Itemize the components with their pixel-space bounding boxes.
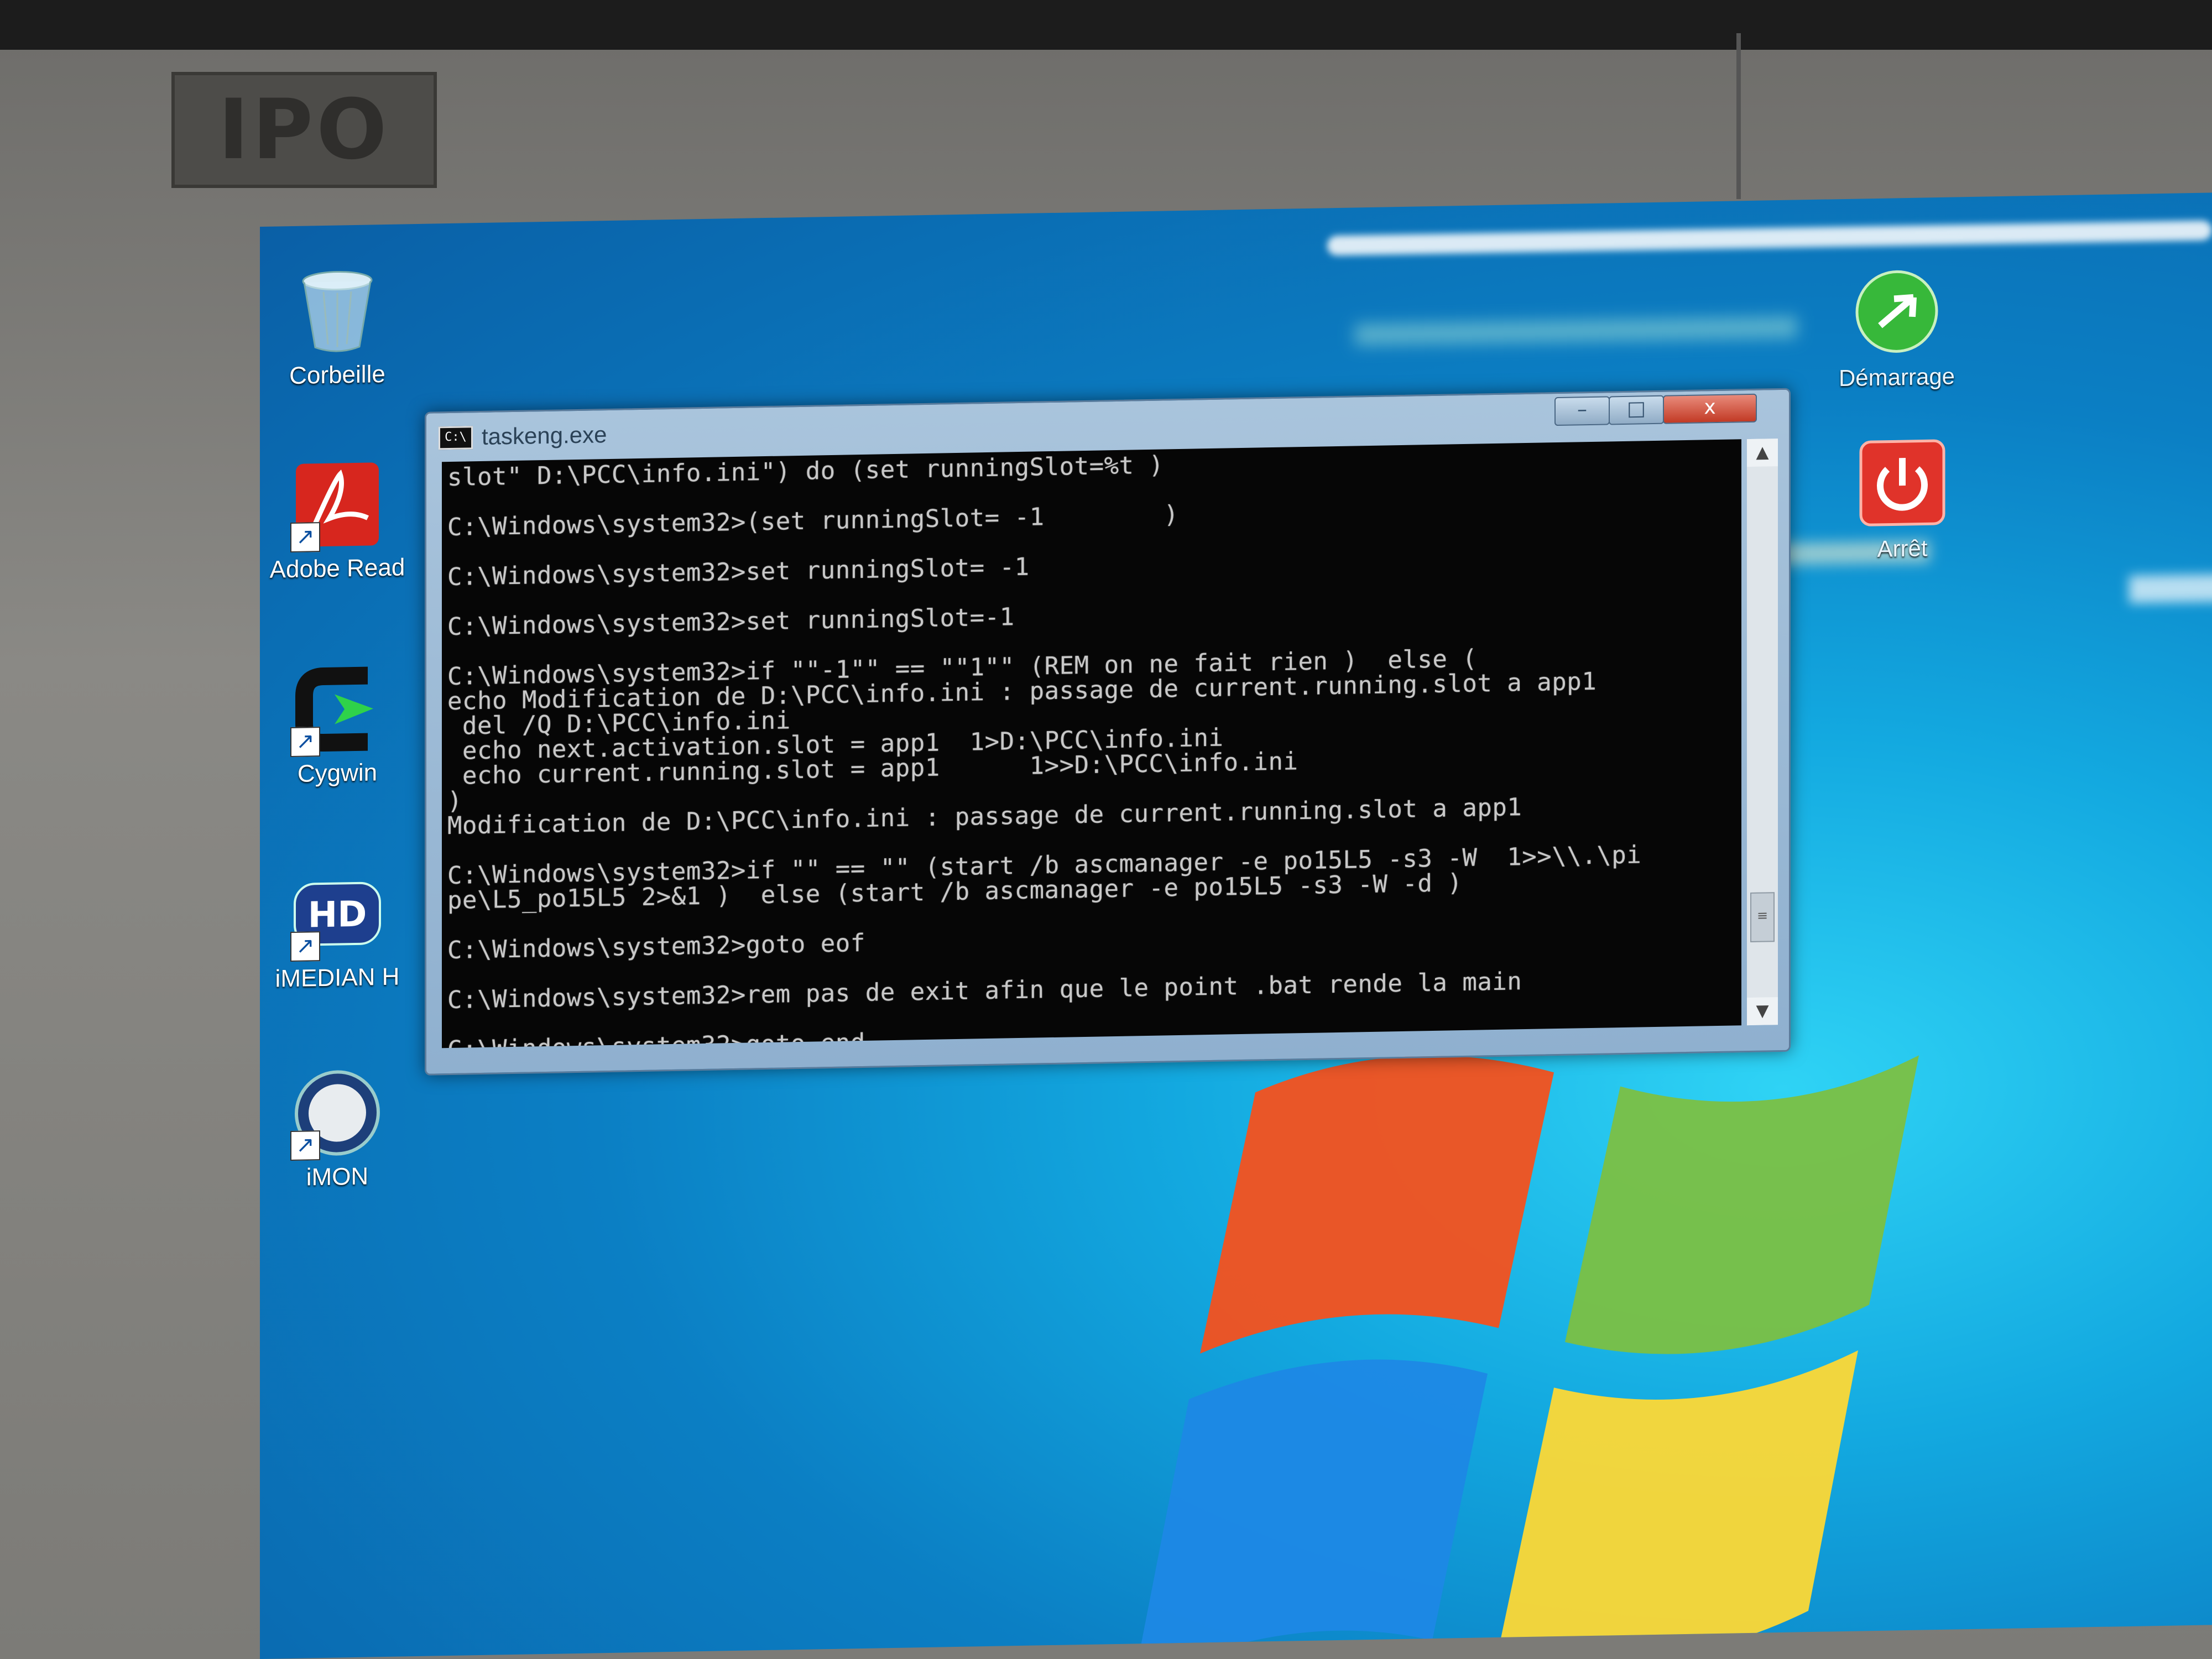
desktop-icon-cygwin[interactable]: ↗ Cygwin: [260, 661, 415, 789]
shortcut-arrow-icon: ↗: [290, 522, 320, 553]
recycle-bin-icon: [290, 263, 384, 359]
desktop-icon-label: Arrêt: [1877, 535, 1928, 562]
desktop-icon-label: iMEDIAN H: [275, 963, 400, 993]
desktop-icon-recycle-bin[interactable]: Corbeille: [260, 263, 415, 390]
cmd-icon: C:\: [439, 426, 473, 450]
scroll-down-icon[interactable]: ▼: [1747, 997, 1778, 1026]
desktop-icon-label: Corbeille: [289, 361, 385, 390]
desktop-icon-adobe-reader[interactable]: ↗ Adobe Read: [260, 456, 415, 584]
power-icon: [1859, 439, 1945, 526]
shortcut-arrow-icon: ↗: [290, 931, 320, 962]
shortcut-arrow-icon: ↗: [290, 1130, 320, 1161]
desktop-icon-imedian-hd[interactable]: HD ↗ iMEDIAN H: [260, 865, 415, 993]
shortcut-arrow-icon: ↗: [290, 727, 320, 758]
bezel-top-edge: [0, 0, 2212, 50]
console-window[interactable]: C:\ taskeng.exe – □ x slot" D:\PCC\info.…: [425, 388, 1791, 1076]
minimize-button[interactable]: –: [1554, 396, 1610, 426]
scroll-up-icon[interactable]: ▲: [1747, 439, 1778, 467]
start-arrow-icon: [1855, 270, 1938, 353]
desktop-icon-label: Cygwin: [297, 759, 378, 787]
imon-icon: ↗: [290, 1065, 384, 1161]
cygwin-icon: ↗: [290, 661, 384, 758]
console-lines: slot" D:\PCC\info.ini") do (set runningS…: [447, 443, 1719, 1048]
imedian-hd-icon: HD ↗: [290, 866, 384, 962]
close-button[interactable]: x: [1663, 393, 1757, 424]
monitor-badge: IPO: [171, 72, 437, 188]
bezel-seam: [1736, 33, 1741, 199]
adobe-reader-icon: ↗: [290, 457, 384, 553]
window-title: taskeng.exe: [482, 421, 607, 450]
console-output[interactable]: slot" D:\PCC\info.ini") do (set runningS…: [442, 439, 1741, 1048]
desktop-icon-label: Démarrage: [1838, 363, 1955, 392]
desktop-icon-imon[interactable]: ↗ iMON: [260, 1065, 415, 1192]
desktop-icon-label: iMON: [306, 1162, 369, 1191]
desktop-icon-arret[interactable]: Arrêt: [1830, 435, 1974, 564]
screen-glare: [1355, 316, 1797, 346]
maximize-button[interactable]: □: [1609, 395, 1664, 425]
desktop-icon-demarrage[interactable]: Démarrage: [1825, 263, 1969, 392]
desktop-icon-label: Adobe Read: [269, 554, 405, 583]
hd-badge-text: HD: [308, 894, 367, 936]
screen-glare: [2129, 573, 2212, 604]
scroll-thumb[interactable]: ≡: [1750, 892, 1775, 942]
screen-glare: [1327, 220, 2212, 256]
vertical-scrollbar[interactable]: ▲ ≡ ▼: [1747, 439, 1778, 1026]
desktop-screen: Corbeille ↗ Adobe Read ↗ Cygwin HD ↗ iME…: [260, 192, 2212, 1659]
windows-logo: [1134, 1055, 1919, 1659]
